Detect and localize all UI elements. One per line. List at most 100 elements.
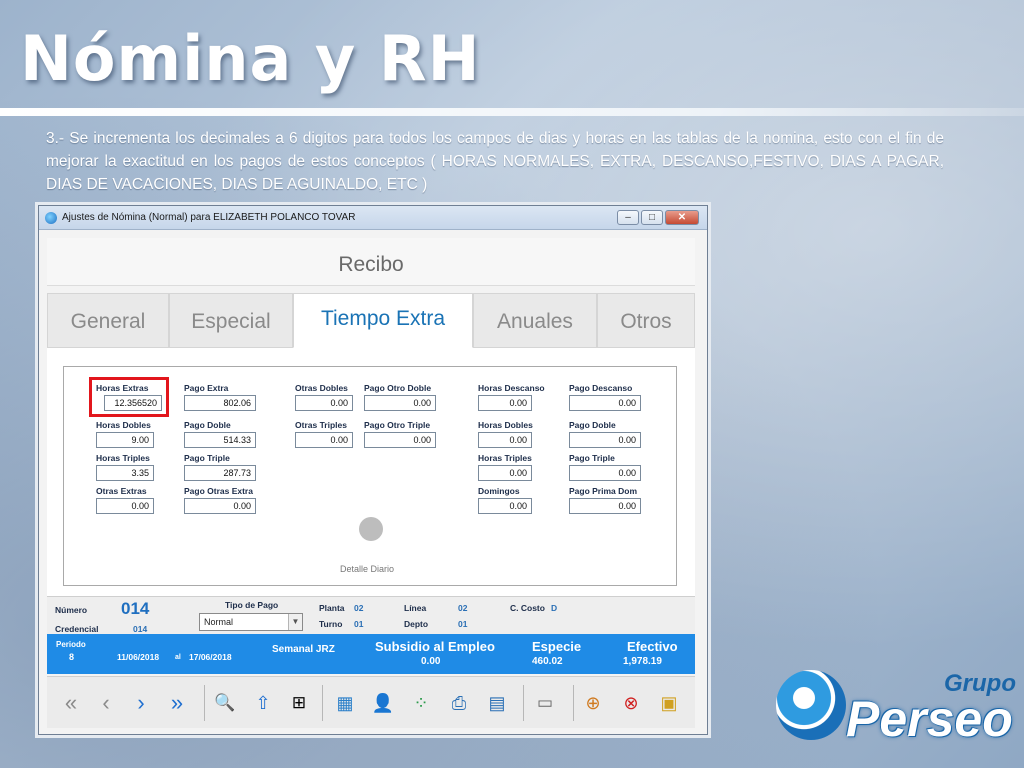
pago-descanso-label: Pago Descanso (569, 383, 633, 393)
credencial-label: Credencial (55, 624, 99, 634)
first-icon[interactable]: « (57, 689, 85, 717)
user-icon[interactable]: 👤 (369, 689, 397, 717)
turno-value: 01 (354, 619, 364, 629)
pago-prima-dom-label: Pago Prima Dom (569, 486, 638, 496)
pago-extra-input[interactable]: 802.06 (184, 395, 256, 411)
pago-triple-input[interactable]: 287.73 (184, 465, 256, 481)
pago-doble-label: Pago Doble (184, 420, 231, 430)
slide-description: 3.- Se incrementa los decimales a 6 digi… (46, 130, 944, 193)
domingos-label: Domingos (478, 486, 520, 496)
slide-title: Nómina y RH (20, 22, 481, 95)
dots-grid-icon[interactable]: ⁘ (407, 689, 435, 717)
otras-triples-label: Otras Triples (295, 420, 347, 430)
tab-anuales[interactable]: Anuales (473, 293, 597, 348)
tipo-pago-select[interactable]: Normal ▼ (199, 613, 303, 631)
loading-spinner-icon (359, 517, 383, 541)
efectivo-label: Efectivo (627, 639, 678, 654)
horas-descanso-input[interactable]: 0.00 (478, 395, 532, 411)
horas-triples-input[interactable]: 3.35 (96, 465, 154, 481)
pago-doble-2-label: Pago Doble (569, 420, 616, 430)
depto-label: Depto (404, 619, 429, 629)
maximize-button[interactable]: □ (641, 210, 663, 225)
document-icon[interactable]: ▭ (531, 689, 559, 717)
search-icon[interactable]: 🔍 (211, 689, 239, 717)
horas-descanso-label: Horas Descanso (478, 383, 545, 393)
pago-otro-doble-label: Pago Otro Doble (364, 383, 432, 393)
horas-triples-label: Horas Triples (96, 453, 150, 463)
bottom-toolbar: « ‹ › » 🔍 ⇧ ⊞ ▦ 👤 ⁘ ⎙ ▤ ▭ ⊕ ⊗ ▣ (47, 676, 695, 728)
delete-row-icon[interactable]: ⊗ (617, 689, 645, 717)
last-icon[interactable]: » (163, 689, 191, 717)
tiempo-extra-panel: Horas Extras 12.356520 Horas Dobles 9.00… (47, 348, 695, 596)
periodo-value: 8 (69, 652, 75, 662)
subsidio-value: 0.00 (421, 656, 441, 667)
subsidio-label: Subsidio al Empleo (375, 639, 495, 654)
window-title: Ajustes de Nómina (Normal) para ELIZABET… (62, 212, 356, 223)
pago-prima-dom-input[interactable]: 0.00 (569, 498, 641, 514)
tipo-pago-value: Normal (204, 617, 234, 627)
linea-value: 02 (458, 603, 468, 613)
toolbar-separator (573, 685, 574, 721)
horas-triples-2-label: Horas Triples (478, 453, 532, 463)
chevron-down-icon[interactable]: ▼ (288, 614, 302, 630)
next-icon[interactable]: › (127, 689, 155, 717)
pago-doble-input[interactable]: 514.33 (184, 432, 256, 448)
toolbar-separator (204, 685, 205, 721)
title-divider (0, 108, 1024, 116)
period-summary-bar: Periodo 8 11/06/2018 al 17/06/2018 Seman… (47, 634, 695, 674)
horas-dobles-2-input[interactable]: 0.00 (478, 432, 532, 448)
semanal-label: Semanal JRZ (272, 644, 335, 655)
horas-dobles-input[interactable]: 9.00 (96, 432, 154, 448)
otras-dobles-input[interactable]: 0.00 (295, 395, 353, 411)
domingos-input[interactable]: 0.00 (478, 498, 532, 514)
pago-otro-triple-input[interactable]: 0.00 (364, 432, 436, 448)
pago-otras-extra-input[interactable]: 0.00 (184, 498, 256, 514)
tab-especial[interactable]: Especial (169, 293, 293, 348)
otras-triples-input[interactable]: 0.00 (295, 432, 353, 448)
detalle-diario-link[interactable]: Detalle Diario (340, 564, 394, 574)
especie-label: Especie (532, 639, 582, 654)
calculator-icon[interactable]: ▦ (331, 689, 359, 717)
fields-group: Horas Extras 12.356520 Horas Dobles 9.00… (63, 366, 677, 586)
close-button[interactable]: ✕ (665, 210, 699, 225)
toolbar-separator (322, 685, 323, 721)
efectivo-value: 1,978.19 (623, 656, 662, 667)
zoom-grid-icon[interactable]: ⊞ (285, 689, 313, 717)
prev-icon[interactable]: ‹ (92, 689, 120, 717)
employee-info-bar: Número 014 Credencial 014 Tipo de Pago N… (47, 596, 695, 634)
add-row-icon[interactable]: ⊕ (579, 689, 607, 717)
package-icon[interactable]: ▣ (655, 689, 683, 717)
print-check-icon[interactable]: ⎙ (445, 689, 473, 717)
pago-otras-extra-label: Pago Otras Extra (184, 486, 253, 496)
tab-general[interactable]: General (47, 293, 169, 348)
tab-bar: General Especial Tiempo Extra Anuales Ot… (47, 293, 695, 348)
credencial-value: 014 (133, 624, 148, 634)
window-titlebar: Ajustes de Nómina (Normal) para ELIZABET… (39, 206, 707, 230)
minimize-button[interactable]: – (617, 210, 639, 225)
periodo-label: Periodo (56, 640, 86, 649)
planta-label: Planta (319, 603, 345, 613)
toolbar-separator (523, 685, 524, 721)
ccosto-value: D (551, 603, 558, 613)
tab-otros[interactable]: Otros (597, 293, 695, 348)
ccosto-label: C. Costo (510, 603, 545, 613)
tab-tiempo-extra[interactable]: Tiempo Extra (293, 293, 473, 348)
horas-triples-2-input[interactable]: 0.00 (478, 465, 532, 481)
pago-otro-triple-label: Pago Otro Triple (364, 420, 431, 430)
otras-dobles-label: Otras Dobles (295, 383, 348, 393)
otras-extras-input[interactable]: 0.00 (96, 498, 154, 514)
otras-extras-label: Otras Extras (96, 486, 147, 496)
pago-doble-2-input[interactable]: 0.00 (569, 432, 641, 448)
pago-triple-label: Pago Triple (184, 453, 230, 463)
recibo-header[interactable]: Recibo (47, 238, 695, 286)
calendar-icon[interactable]: ▤ (483, 689, 511, 717)
app-icon (45, 211, 57, 224)
especie-value: 460.02 (532, 656, 563, 667)
pago-triple-2-input[interactable]: 0.00 (569, 465, 641, 481)
pago-descanso-input[interactable]: 0.00 (569, 395, 641, 411)
tipo-pago-label: Tipo de Pago (225, 600, 279, 610)
pago-otro-doble-input[interactable]: 0.00 (364, 395, 436, 411)
horas-dobles-2-label: Horas Dobles (478, 420, 533, 430)
upload-icon[interactable]: ⇧ (249, 689, 277, 717)
turno-label: Turno (319, 619, 343, 629)
